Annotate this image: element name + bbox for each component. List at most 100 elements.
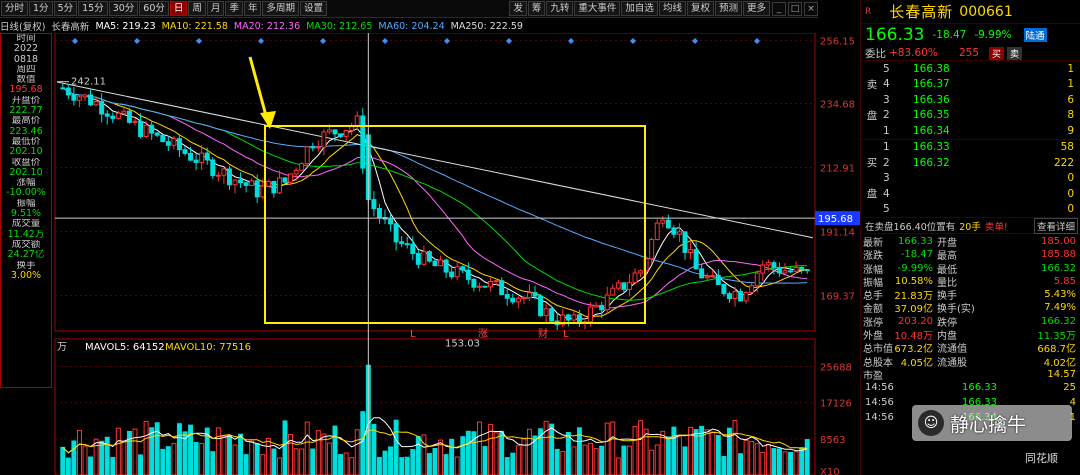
sell-level-row[interactable]: 盘 2 166.35 8 [861, 108, 1080, 124]
candle-body [282, 177, 288, 183]
candle-body [254, 180, 260, 198]
price-change: -18.47 [932, 29, 967, 41]
toolbar-action-1[interactable]: 筹 [527, 1, 546, 16]
close-icon[interactable]: × [804, 1, 818, 16]
level-num: 3 [883, 93, 890, 106]
volume-bar [99, 440, 105, 475]
order-ratio-value: +83.60% [889, 47, 938, 59]
info-row: 开盘价 [11, 95, 41, 106]
volume-bar [504, 457, 510, 475]
volume-bar [465, 430, 471, 475]
sell-level-row[interactable]: 卖 4 166.37 1 [861, 77, 1080, 93]
buy-level-row[interactable]: 50 [861, 202, 1080, 218]
ma-legend-item: MA10: 221.58 [161, 20, 228, 32]
candle-body [771, 262, 777, 269]
period-tab-5[interactable]: 60分 [139, 1, 169, 16]
volume-bar [349, 457, 355, 475]
toolbar-action-2[interactable]: 九转 [546, 1, 574, 16]
stat-value2: 5.85 [1053, 275, 1076, 287]
event-marker: 涨 [478, 328, 488, 340]
candle-body [210, 159, 216, 177]
toolbar-action-5[interactable]: 均线 [658, 1, 686, 16]
volume-bar [149, 427, 155, 475]
period-tab-12[interactable]: 设置 [299, 1, 327, 16]
stat-row: 总股本 4.05亿 流通股 4.02亿 [861, 354, 1080, 369]
period-tab-4[interactable]: 30分 [108, 1, 139, 16]
buy-button[interactable]: 买 [989, 46, 1005, 60]
period-toolbar: 分时 1分 5分 15分 30分 60分日周月季年多周期 设置 发筹九转 重大事件 加自选 均线 复权… [0, 0, 818, 18]
kline-chart[interactable]: 256.15 234.68 212.91 191.14 169.37 25688 17126… [0, 33, 860, 475]
volume-bar [765, 443, 771, 475]
candle-body [110, 115, 116, 119]
buy-level-row[interactable]: 30 [861, 171, 1080, 187]
buy-level-row[interactable]: 买 2 166.32 222 [861, 155, 1080, 171]
stat-row: 振幅 10.58% 量比 5.85 [861, 274, 1080, 289]
period-tab-0[interactable]: 分时 [1, 1, 29, 16]
candle-body [426, 251, 432, 262]
toolbar-action-4[interactable]: 加自选 [621, 1, 658, 16]
volume-bar [199, 443, 205, 475]
candle-body [521, 297, 527, 300]
buy-level-row[interactable]: 1 166.33 58 [861, 140, 1080, 156]
volume-bar [626, 445, 632, 475]
stat-row: 外盘 10.48万 内盘 11.35万 [861, 327, 1080, 342]
info-row: 9.51% [10, 209, 42, 220]
volume-bar [799, 447, 805, 475]
period-tab-1[interactable]: 1分 [29, 1, 53, 16]
volume-bar [360, 411, 366, 475]
buy-level-row[interactable]: 盘4 0 [861, 186, 1080, 202]
candle-body [471, 278, 477, 288]
period-tab-6[interactable]: 日 [169, 1, 188, 16]
stat-key2: 流通股 [937, 357, 967, 369]
volume-bar [132, 428, 138, 475]
candle-body [499, 280, 505, 296]
price-tick-label: 191.14 [820, 227, 855, 238]
volume-bar [426, 453, 432, 475]
candle-body [449, 271, 455, 278]
event-diamond [506, 38, 512, 44]
watermark: ☺ 静心擒牛 [912, 405, 1072, 441]
hk-connect-badge[interactable]: 陆通 [1023, 28, 1047, 42]
view-detail-button[interactable]: 查看详细 [1033, 217, 1078, 234]
level-price: 166.32 [913, 156, 950, 169]
volume-bar [588, 442, 594, 475]
sell-button[interactable]: 卖 [1007, 46, 1023, 60]
volume-bar [738, 453, 744, 475]
maximize-icon[interactable]: □ [788, 1, 802, 16]
volume-bar [421, 434, 427, 475]
price-row: 166.33 -18.47 -9.99% 陆通 [861, 24, 1080, 46]
period-tab-7[interactable]: 周 [188, 1, 206, 16]
candle-body [660, 219, 666, 224]
candle-body [99, 101, 105, 115]
volume-bar [493, 432, 499, 475]
period-tab-9[interactable]: 季 [225, 1, 243, 16]
candle-body [638, 270, 644, 274]
toolbar-action-3[interactable]: 重大事件 [574, 1, 621, 16]
period-tab-8[interactable]: 月 [206, 1, 225, 16]
toolbar-action-8[interactable]: 更多 [742, 1, 770, 16]
period-tab-3[interactable]: 15分 [78, 1, 108, 16]
candle-body [732, 291, 738, 299]
candle-body [493, 280, 499, 283]
sell-level-row[interactable]: 3 166.36 6 [861, 92, 1080, 108]
volume-bar [249, 440, 255, 475]
volume-bar [682, 446, 688, 475]
volume-bar [110, 456, 116, 475]
candle-body [593, 304, 599, 308]
period-tab-11[interactable]: 多周期 [262, 1, 299, 16]
tick-price: 166.33 [962, 382, 997, 394]
sell-level-row[interactable]: 1 166.34 9 [861, 123, 1080, 139]
candle-body [376, 208, 382, 219]
period-tab-10[interactable]: 年 [243, 1, 262, 16]
toolbar-action-0[interactable]: 发 [509, 1, 527, 16]
candle-body [432, 260, 438, 267]
period-tab-2[interactable]: 5分 [53, 1, 78, 16]
event-diamond [754, 38, 760, 44]
candle-body [460, 266, 466, 271]
toolbar-action-6[interactable]: 复权 [686, 1, 714, 16]
toolbar-action-7[interactable]: 预测 [714, 1, 742, 16]
sell-level-row[interactable]: 5 166.38 1 [861, 61, 1080, 77]
minimize-icon[interactable]: _ [772, 1, 786, 16]
volume-bar [476, 421, 482, 475]
candle-body [176, 138, 182, 151]
